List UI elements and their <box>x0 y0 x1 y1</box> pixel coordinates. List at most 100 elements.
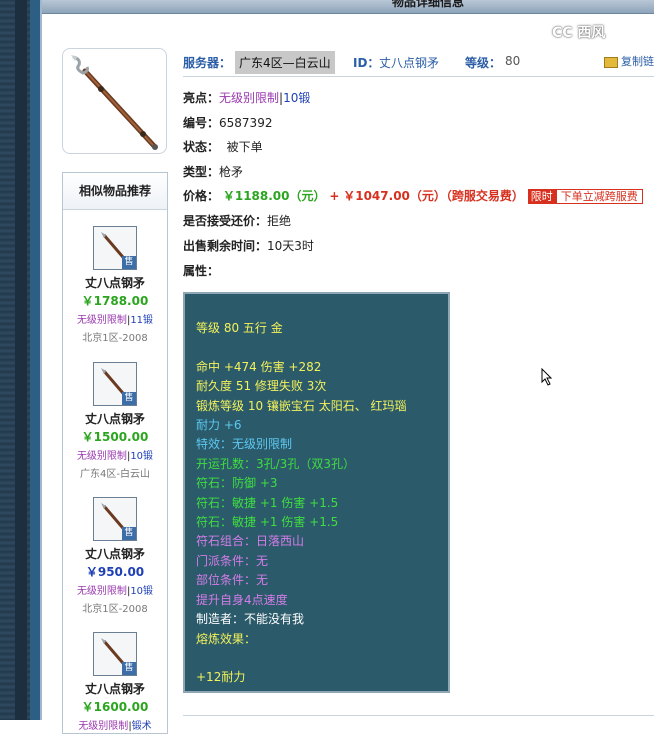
similar-item[interactable]: 售 丈八点钢矛 ￥1600.00 无级别限制|锻术 <box>63 632 167 732</box>
similar-item-price: ￥1500.00 <box>63 428 167 445</box>
similar-item-tag: 无级别限制 <box>77 451 127 462</box>
price-label: 价格： <box>183 189 219 203</box>
attr-speed-bonus: 提升自身4点速度 <box>196 591 436 610</box>
limit-text[interactable]: 下单立减跨服费 <box>556 189 643 204</box>
window-title: 物品详细信息 <box>392 0 464 10</box>
id-value: 丈八点钢矛 <box>379 54 439 71</box>
highlight-row: 亮点：无级别限制|10锻 <box>183 89 310 106</box>
similar-item-server: 北京1区-2008 <box>63 600 167 615</box>
similar-item-forge: 10锻 <box>130 586 153 597</box>
type-row: 类型：枪矛 <box>183 163 243 180</box>
attr-smelt-label: 熔炼效果： <box>196 630 436 649</box>
id-label: ID： <box>353 54 379 71</box>
attr-smelt-value: +12耐力 <box>196 668 436 687</box>
attr-durability: 耐久度 51 修理失败 3次 <box>196 377 436 396</box>
server-value: 广东4区—白云山 <box>235 51 335 74</box>
attributes-panel: 等级 80 五行 金 命中 +474 伤害 +282 耐久度 51 修理失败 3… <box>183 292 450 693</box>
attr-rune-3: 符石：敏捷 +1 伤害 +1.5 <box>196 513 436 532</box>
similar-item-name[interactable]: 丈八点钢矛 <box>63 410 167 427</box>
type-value: 枪矛 <box>219 165 243 179</box>
status-row: 状态： 被下单 <box>183 138 263 155</box>
attr-special-effect: 特效：无级别限制 <box>196 435 436 454</box>
sell-badge: 售 <box>122 527 136 540</box>
attr-sect-req: 门派条件：无 <box>196 552 436 571</box>
level-value: 80 <box>505 54 520 68</box>
copy-label: 复制链 <box>621 55 654 68</box>
spear-icon[interactable]: 售 <box>93 226 137 270</box>
fee-value: ￥1047.00（元）（跨服交易费） <box>343 189 524 203</box>
window-title-bar: 物品详细信息 <box>42 0 654 14</box>
attr-maker: 制造者：不能没有我 <box>196 610 436 629</box>
attr-hit-damage: 命中 +474 伤害 +282 <box>196 358 436 377</box>
sell-badge: 售 <box>122 392 136 405</box>
frame-border <box>40 0 42 720</box>
spear-icon[interactable]: 售 <box>93 362 137 406</box>
sell-badge: 售 <box>122 662 136 675</box>
similar-item-name[interactable]: 丈八点钢矛 <box>63 274 167 291</box>
counter-value: 拒绝 <box>267 214 291 228</box>
similar-item-tag: 无级别限制 <box>77 315 127 326</box>
attr-holes: 开运孔数：3孔/3孔（双3孔） <box>196 455 436 474</box>
highlight-forge: 10锻 <box>283 91 310 105</box>
price-row: 价格： ￥1188.00（元） + ￥1047.00（元）（跨服交易费） 限时下… <box>183 187 643 204</box>
similar-item-name[interactable]: 丈八点钢矛 <box>63 545 167 562</box>
similar-item-tag: 无级别限制 <box>78 721 128 732</box>
similar-item-server: 北京1区-2008 <box>63 329 167 344</box>
copy-link[interactable]: 复制链 <box>604 53 654 69</box>
highlight-label: 亮点： <box>183 91 219 105</box>
similar-item-price: ￥950.00 <box>63 563 167 580</box>
attr-rune-1: 符石：防御 +3 <box>196 474 436 493</box>
similar-item-price: ￥1600.00 <box>63 698 167 715</box>
highlight-tag: 无级别限制 <box>219 91 279 105</box>
number-label: 编号： <box>183 116 219 130</box>
level-label: 等级： <box>465 54 501 71</box>
similar-item-tag: 无级别限制 <box>77 586 127 597</box>
remaining-label: 出售剩余时间： <box>183 239 267 253</box>
similar-item-price: ￥1788.00 <box>63 292 167 309</box>
similar-item-tags: 无级别限制|10锻 <box>63 582 167 597</box>
similar-item-forge: 锻术 <box>132 721 152 732</box>
mouse-cursor-icon <box>541 368 553 386</box>
folder-icon <box>604 57 618 68</box>
similar-item-forge: 10锻 <box>130 451 153 462</box>
attributes-row: 属性： <box>183 262 219 279</box>
attr-rune-combo: 符石组合：日落西山 <box>196 532 436 551</box>
similar-item-tags: 无级别限制|11锻 <box>63 311 167 326</box>
left-frame-inner <box>15 0 27 720</box>
spear-icon <box>63 49 166 153</box>
similar-item-name[interactable]: 丈八点钢矛 <box>63 680 167 697</box>
similar-item-tags: 无级别限制|锻术 <box>63 717 167 732</box>
similar-items-panel: 相似物品推荐 售 丈八点钢矛 ￥1788.00 无级别限制|11锻 北京1区-2… <box>62 172 168 734</box>
attributes-label: 属性： <box>183 264 219 278</box>
attr-stamina: 耐力 +6 <box>196 416 436 435</box>
divider <box>183 715 654 716</box>
price-plus: + <box>329 189 339 203</box>
similar-items-title: 相似物品推荐 <box>63 173 167 210</box>
left-frame-edge <box>30 0 40 720</box>
attr-forge: 锻炼等级 10 镶嵌宝石 太阳石、 红玛瑙 <box>196 397 436 416</box>
spear-icon[interactable]: 售 <box>93 497 137 541</box>
spear-icon[interactable]: 售 <box>93 632 137 676</box>
remaining-row: 出售剩余时间：10天3时 <box>183 237 314 254</box>
sell-badge: 售 <box>122 256 136 269</box>
watermark-logo: CC 西风 <box>552 22 605 42</box>
attr-level: 等级 80 五行 金 <box>196 319 436 338</box>
similar-item-tags: 无级别限制|10锻 <box>63 447 167 462</box>
price-value: ￥1188.00（元） <box>223 189 326 203</box>
server-label: 服务器： <box>183 54 231 71</box>
number-value: 6587392 <box>219 116 272 130</box>
similar-item[interactable]: 售 丈八点钢矛 ￥1788.00 无级别限制|11锻 北京1区-2008 <box>63 226 167 344</box>
type-label: 类型： <box>183 165 219 179</box>
similar-item[interactable]: 售 丈八点钢矛 ￥1500.00 无级别限制|10锻 广东4区-白云山 <box>63 362 167 480</box>
attr-slot-req: 部位条件：无 <box>196 571 436 590</box>
status-label: 状态： <box>183 140 219 154</box>
remaining-value: 10天3时 <box>267 239 314 253</box>
item-image <box>62 48 167 154</box>
number-row: 编号：6587392 <box>183 114 272 131</box>
limit-badge: 限时 <box>528 189 556 204</box>
status-value: 被下单 <box>227 140 263 154</box>
similar-item[interactable]: 售 丈八点钢矛 ￥950.00 无级别限制|10锻 北京1区-2008 <box>63 497 167 615</box>
attr-rune-2: 符石：敏捷 +1 伤害 +1.5 <box>196 494 436 513</box>
similar-item-server: 广东4区-白云山 <box>63 465 167 480</box>
counter-offer-row: 是否接受还价：拒绝 <box>183 212 291 229</box>
